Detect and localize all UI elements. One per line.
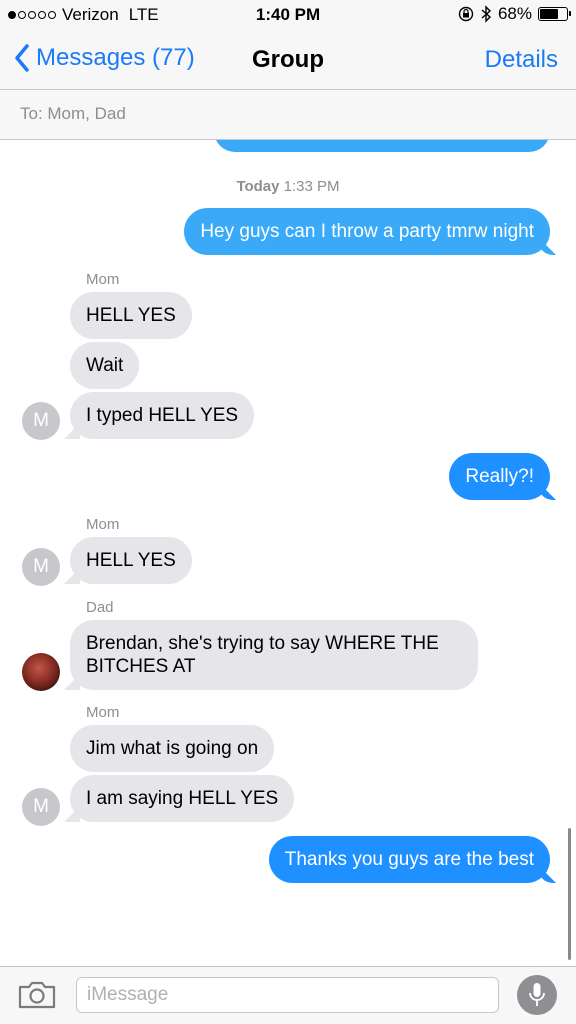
- timestamp-day: Today: [236, 178, 280, 195]
- incoming-message[interactable]: Jim what is going on: [70, 725, 275, 772]
- sender-name: Dad: [86, 599, 114, 616]
- message-input[interactable]: [76, 977, 499, 1013]
- timestamp: Today 1:33 PM: [0, 178, 576, 195]
- input-bar: [0, 966, 576, 1024]
- battery-fill: [540, 9, 558, 19]
- outgoing-message[interactable]: Hey guys can I throw a party tmrw night: [184, 208, 550, 255]
- lock-rotation-icon: [458, 6, 474, 22]
- outgoing-message[interactable]: Thanks you guys are the best: [268, 836, 550, 883]
- sender-name: Mom: [86, 516, 120, 533]
- camera-button[interactable]: [18, 981, 56, 1014]
- avatar[interactable]: M: [22, 548, 60, 586]
- bluetooth-icon: [481, 5, 491, 23]
- timestamp-time: 1:33 PM: [283, 178, 340, 195]
- microphone-button[interactable]: [517, 975, 557, 1015]
- avatar[interactable]: M: [22, 788, 60, 826]
- incoming-message[interactable]: Brendan, she's trying to say WHERE THE B…: [70, 620, 478, 690]
- battery-percent: 68%: [497, 4, 532, 23]
- status-right: 68%: [458, 4, 571, 24]
- avatar[interactable]: M: [22, 402, 60, 440]
- incoming-message[interactable]: HELL YES: [70, 537, 192, 584]
- avatar-photo[interactable]: [22, 653, 60, 691]
- camera-icon: [18, 981, 56, 1009]
- status-bar: Verizon LTE 1:40 PM 68%: [0, 0, 576, 30]
- scroll-indicator[interactable]: [568, 828, 571, 960]
- battery-icon: [538, 7, 571, 21]
- message-thread[interactable]: Today 1:33 PM Hey guys can I throw a par…: [0, 140, 576, 966]
- previous-message-bubble[interactable]: [214, 140, 550, 152]
- sender-name: Mom: [86, 271, 120, 288]
- recipients-field[interactable]: To: Mom, Dad: [0, 90, 576, 140]
- incoming-message[interactable]: I typed HELL YES: [70, 392, 255, 439]
- incoming-message[interactable]: I am saying HELL YES: [70, 775, 295, 822]
- microphone-icon: [529, 983, 545, 1006]
- sender-name: Mom: [86, 704, 120, 721]
- details-button[interactable]: Details: [485, 46, 558, 74]
- incoming-message[interactable]: HELL YES: [70, 292, 192, 339]
- nav-bar: Messages (77) Group Details: [0, 30, 576, 90]
- outgoing-message[interactable]: Really?!: [449, 453, 550, 500]
- incoming-message[interactable]: Wait: [70, 342, 140, 389]
